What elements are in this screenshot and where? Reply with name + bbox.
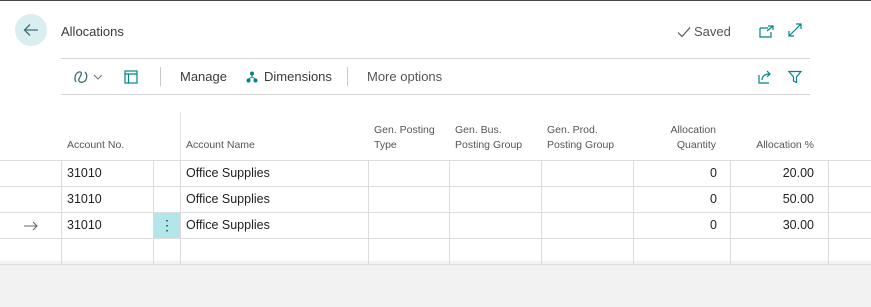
header-line: Gen. Prod. [547, 124, 598, 136]
gen-prod-posting-group-cell[interactable] [542, 187, 633, 212]
copilot-menu-button[interactable] [73, 59, 103, 94]
allocation-quantity-cell[interactable]: 0 [634, 161, 717, 186]
gen-posting-type-cell[interactable] [369, 187, 449, 212]
header-allocation-percent[interactable]: Allocation % [731, 138, 814, 153]
account-no-cell[interactable]: 31010 [67, 187, 102, 212]
account-no-cell[interactable]: 31010 [67, 213, 102, 238]
dimensions-button[interactable]: Dimensions [246, 59, 332, 94]
arrow-left-icon [23, 24, 38, 36]
gen-bus-posting-group-cell[interactable] [450, 161, 541, 186]
dimensions-label: Dimensions [264, 69, 332, 84]
page-title: Allocations [61, 24, 124, 39]
table-row-new[interactable] [0, 238, 871, 265]
personalize-page-button[interactable] [124, 59, 138, 94]
layout-icon [124, 69, 138, 84]
allocation-percent-cell[interactable]: 20.00 [731, 161, 814, 186]
dimensions-icon [246, 71, 258, 82]
filter-button[interactable] [788, 59, 802, 94]
gen-bus-posting-group-cell[interactable] [450, 187, 541, 212]
header-line: Allocation [670, 124, 716, 136]
open-in-new-window-icon[interactable] [757, 22, 775, 40]
separator [347, 67, 348, 86]
gen-prod-posting-group-cell[interactable] [542, 161, 633, 186]
header-account-name[interactable]: Account Name [186, 138, 255, 153]
account-name-cell[interactable]: Office Supplies [186, 213, 270, 238]
expand-icon[interactable] [786, 21, 804, 39]
share-button[interactable] [757, 59, 772, 94]
gen-posting-type-cell[interactable] [369, 213, 449, 238]
header-divider [180, 112, 181, 160]
allocation-quantity-cell[interactable]: 0 [634, 187, 717, 212]
account-name-cell[interactable]: Office Supplies [186, 161, 270, 186]
account-no-cell[interactable]: 31010 [67, 161, 102, 186]
share-icon [758, 70, 771, 84]
manage-menu-button[interactable]: Manage [180, 59, 227, 94]
gen-posting-type-cell[interactable] [369, 161, 449, 186]
header-line: Gen. Bus. [455, 124, 502, 136]
action-bar: Manage Dimensions More options [61, 58, 810, 95]
chevron-down-icon [93, 74, 103, 80]
header-line: Quantity [676, 139, 716, 151]
saved-status: Saved [677, 24, 731, 39]
header-gen-bus-posting-group[interactable]: Gen. Bus. Posting Group [455, 123, 522, 153]
separator [160, 67, 161, 86]
header-gen-prod-posting-group[interactable]: Gen. Prod. Posting Group [547, 123, 614, 153]
header-line: Posting Group [547, 139, 615, 151]
copilot-icon [74, 70, 88, 83]
header-allocation-quantity[interactable]: Allocation Quantity [634, 123, 716, 153]
saved-label: Saved [694, 24, 731, 39]
gen-prod-posting-group-cell[interactable] [542, 213, 633, 238]
back-button[interactable] [15, 14, 47, 46]
allocations-panel: Allocations Saved Manage Dimensions More… [0, 1, 871, 265]
more-options-button[interactable]: More options [367, 59, 442, 94]
allocations-table: 31010 Office Supplies 0 20.00 31010 Offi… [0, 160, 871, 265]
table-row-selected[interactable]: 31010 ⋮ Office Supplies 0 30.00 [0, 212, 871, 238]
table-row[interactable]: 31010 Office Supplies 0 50.00 [0, 186, 871, 212]
filter-icon [788, 70, 802, 83]
checkmark-icon [677, 26, 691, 37]
header-gen-posting-type[interactable]: Gen. Posting Type [374, 123, 435, 153]
allocation-percent-cell[interactable]: 50.00 [731, 187, 814, 212]
row-actions-more-icon[interactable]: ⋮ [154, 213, 180, 238]
allocation-percent-cell[interactable]: 30.00 [731, 213, 814, 238]
header-line: Posting Group [455, 139, 523, 151]
header-account-no[interactable]: Account No. [67, 138, 124, 153]
gen-bus-posting-group-cell[interactable] [450, 213, 541, 238]
allocation-quantity-cell[interactable]: 0 [634, 213, 717, 238]
header-line: Type [374, 139, 397, 151]
header-line: Gen. Posting [374, 124, 435, 136]
current-row-arrow-icon [22, 219, 40, 232]
account-name-cell[interactable]: Office Supplies [186, 187, 270, 212]
table-row[interactable]: 31010 Office Supplies 0 20.00 [0, 160, 871, 186]
